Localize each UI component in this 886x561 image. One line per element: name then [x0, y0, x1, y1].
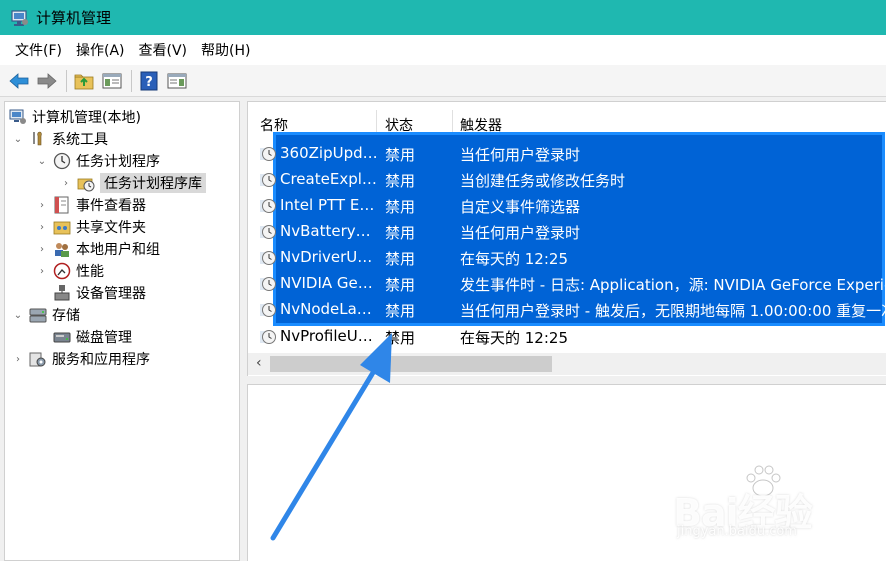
toolbar-separator: [66, 69, 67, 92]
event-viewer-icon: [53, 196, 71, 214]
up-folder-icon[interactable]: [71, 68, 97, 94]
back-arrow-icon[interactable]: [6, 68, 32, 94]
tree-item-services-applications[interactable]: › 服务和应用程序: [11, 348, 150, 370]
navigation-tree: 计算机管理(本地) ⌄ 系统工具 ⌄ 任务计划程序 › 任务计划程序库 › 事件…: [4, 101, 240, 561]
computer-management-icon: [9, 108, 27, 126]
chevron-down-icon[interactable]: ⌄: [11, 134, 25, 145]
table-row[interactable]: Intel PTT EK ... 禁用 自定义事件筛选器: [248, 193, 886, 219]
performance-icon: [53, 262, 71, 280]
tree-item-root[interactable]: 计算机管理(本地): [9, 106, 141, 128]
table-row[interactable]: NvProfileUp... 禁用 在每天的 12:25: [248, 324, 886, 350]
horizontal-scrollbar[interactable]: ‹: [248, 353, 886, 375]
task-clock-icon: [260, 250, 276, 266]
tree-item-local-users-groups[interactable]: › 本地用户和组: [35, 238, 160, 260]
disk-icon: [53, 328, 71, 346]
task-list: 名称 状态 触发器 360ZipUpda... 禁用 当任何用户登录时 Crea…: [247, 101, 886, 376]
tree-item-shared-folders[interactable]: › 共享文件夹: [35, 216, 146, 238]
users-icon: [53, 240, 71, 258]
services-icon: [29, 350, 47, 368]
tree-item-event-viewer[interactable]: › 事件查看器: [35, 194, 146, 216]
table-row[interactable]: NvBatteryB... 禁用 当任何用户登录时: [248, 219, 886, 245]
scroll-left-icon[interactable]: ‹: [256, 355, 262, 371]
task-clock-icon: [260, 146, 276, 162]
forward-arrow-icon[interactable]: [34, 68, 60, 94]
menu-file[interactable]: 文件(F): [8, 40, 69, 60]
table-row[interactable]: NVIDIA GeF... 禁用 发生事件时 - 日志: Application…: [248, 271, 886, 297]
task-clock-icon: [260, 302, 276, 318]
task-clock-icon: [260, 329, 276, 345]
chevron-right-icon[interactable]: ›: [35, 244, 49, 255]
chevron-down-icon[interactable]: ⌄: [35, 156, 49, 167]
toolbar-separator: [131, 69, 132, 92]
scrollbar-thumb[interactable]: [270, 356, 552, 372]
menu-help[interactable]: 帮助(H): [194, 40, 257, 60]
menu-action[interactable]: 操作(A): [69, 40, 132, 60]
svg-text:?: ?: [145, 75, 153, 90]
chevron-right-icon[interactable]: ›: [59, 178, 73, 189]
menu-view[interactable]: 查看(V): [132, 40, 195, 60]
pane-splitter[interactable]: [240, 101, 246, 561]
tree-item-system-tools[interactable]: ⌄ 系统工具: [11, 128, 108, 150]
chevron-down-icon[interactable]: ⌄: [11, 310, 25, 321]
storage-icon: [29, 306, 47, 324]
help-icon[interactable]: ?: [136, 68, 162, 94]
task-clock-icon: [260, 172, 276, 188]
task-clock-icon: [260, 276, 276, 292]
table-row[interactable]: 360ZipUpda... 禁用 当任何用户登录时: [248, 141, 886, 167]
table-row[interactable]: NvNodeLau... 禁用 当任何用户登录时 - 触发后，无限期地每隔 1.…: [248, 297, 886, 323]
folder-clock-icon: [77, 174, 95, 192]
show-hide-action-icon[interactable]: [164, 68, 190, 94]
window-title: 计算机管理: [36, 9, 112, 27]
watermark-url: jingyan.baidu.com: [677, 524, 797, 539]
device-manager-icon: [53, 284, 71, 302]
chevron-right-icon[interactable]: ›: [35, 266, 49, 277]
toolbar: ?: [0, 65, 886, 97]
tree-item-task-scheduler[interactable]: ⌄ 任务计划程序: [35, 150, 160, 172]
menu-bar: 文件(F) 操作(A) 查看(V) 帮助(H): [0, 35, 886, 65]
shared-folder-icon: [53, 218, 71, 236]
pane-separator[interactable]: [247, 376, 886, 384]
tree-item-device-manager[interactable]: 设备管理器: [53, 282, 146, 304]
tree-item-performance[interactable]: › 性能: [35, 260, 104, 282]
tree-item-task-scheduler-library[interactable]: › 任务计划程序库: [59, 172, 206, 194]
clock-icon: [53, 152, 71, 170]
chevron-right-icon[interactable]: ›: [35, 222, 49, 233]
task-clock-icon: [260, 224, 276, 240]
table-row[interactable]: CreateExplo... 禁用 当创建任务或修改任务时: [248, 167, 886, 193]
title-bar: 计算机管理: [0, 0, 886, 35]
table-row[interactable]: NvDriverUp... 禁用 在每天的 12:25: [248, 245, 886, 271]
tree-item-disk-management[interactable]: 磁盘管理: [53, 326, 132, 348]
chevron-right-icon[interactable]: ›: [35, 200, 49, 211]
tree-item-storage[interactable]: ⌄ 存储: [11, 304, 80, 326]
show-hide-tree-icon[interactable]: [99, 68, 125, 94]
task-clock-icon: [260, 198, 276, 214]
computer-management-icon: [10, 8, 30, 28]
baidu-jingyan-watermark: Bai经验 jingyan.baidu.com: [673, 464, 873, 544]
chevron-right-icon[interactable]: ›: [11, 354, 25, 365]
tools-icon: [29, 130, 47, 148]
